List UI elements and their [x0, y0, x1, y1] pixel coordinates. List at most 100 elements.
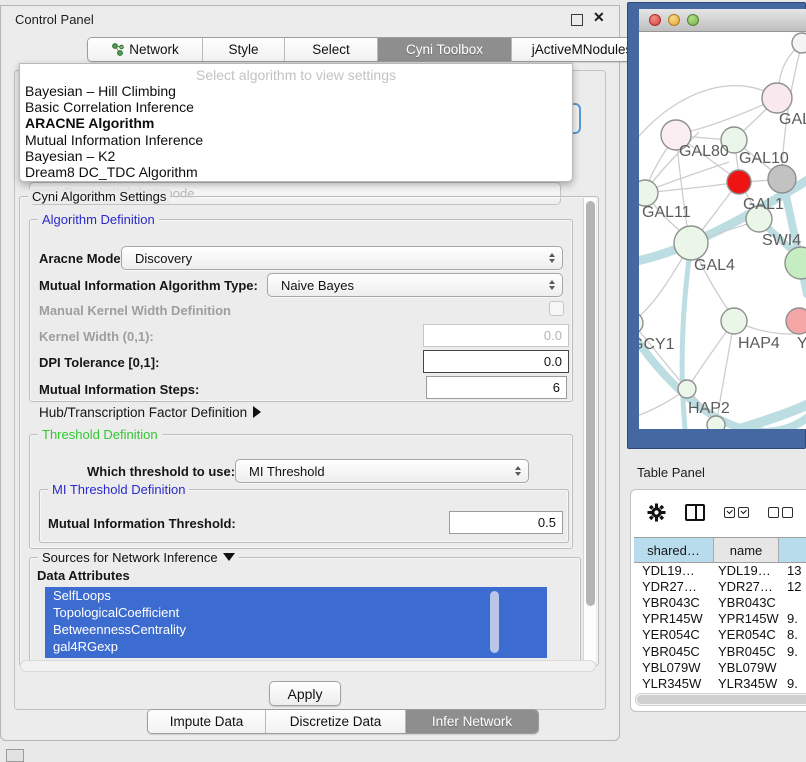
table-row[interactable]: YDL19…YDL19…13 [634, 562, 806, 578]
node-label: GAL80 [679, 143, 729, 160]
attribute-item[interactable]: BetweennessCentrality [45, 621, 547, 638]
tab-network[interactable]: Network [88, 38, 203, 61]
manual-kernel-label: Manual Kernel Width Definition [39, 303, 231, 318]
network-node-gal11[interactable] [639, 180, 658, 206]
select-all-checks-icon[interactable] [724, 507, 749, 518]
table-toolbar [631, 490, 806, 534]
tab-style-label: Style [228, 42, 258, 57]
close-icon[interactable]: ✕ [593, 9, 605, 26]
tab-style[interactable]: Style [203, 38, 285, 61]
aracne-mode-combo[interactable]: Discovery [121, 246, 563, 270]
combo-arrows-icon [545, 253, 559, 263]
table-row[interactable]: YBL079WYBL079W [634, 659, 806, 675]
window-title: Control Panel [15, 12, 94, 27]
kernel-width-field[interactable]: 0.0 [423, 324, 569, 347]
network-node[interactable] [792, 33, 806, 53]
algorithm-option-selected[interactable]: ARACNE Algorithm [20, 115, 572, 131]
attribute-item[interactable]: SelfLoops [45, 587, 547, 604]
which-threshold-value: MI Threshold [236, 464, 511, 479]
zoom-traffic-light-icon[interactable] [687, 14, 699, 26]
mi-threshold-field[interactable]: 0.5 [449, 511, 563, 534]
tab-discretize-data[interactable]: Discretize Data [266, 710, 406, 733]
table-row[interactable]: YER054CYER054C8. [634, 627, 806, 643]
node-label: HAP2 [688, 400, 730, 417]
algorithm-select-hint: Select algorithm to view settings [20, 64, 572, 83]
settings-vertical-scrollbar[interactable] [583, 198, 596, 662]
network-node-hap2[interactable] [678, 380, 696, 398]
algorithm-option[interactable]: Mutual Information Inference [20, 132, 572, 148]
network-canvas[interactable]: GAL GAL80 GAL10 GAL1 GAL11 SWI4 GAL4 GCY… [639, 32, 806, 429]
mi-type-value: Naive Bayes [268, 278, 545, 293]
table-row[interactable]: YPR145WYPR145W9. [634, 611, 806, 627]
apply-button[interactable]: Apply [269, 681, 341, 706]
aracne-mode-label: Aracne Mode: [39, 251, 125, 266]
algorithm-option[interactable]: Bayesian – Hill Climbing [20, 83, 572, 99]
columns-icon[interactable] [685, 504, 705, 521]
table-row[interactable]: YBR043CYBR043C [634, 594, 806, 610]
hub-definition-toggle[interactable]: Hub/Transcription Factor Definition [39, 405, 261, 420]
minimize-traffic-light-icon[interactable] [668, 14, 680, 26]
expand-right-icon [253, 406, 261, 418]
node-label: GAL10 [739, 150, 789, 167]
table-horizontal-scrollbar[interactable] [635, 693, 806, 706]
network-node-gal1[interactable] [727, 170, 751, 194]
manual-kernel-checkbox[interactable] [549, 301, 564, 316]
dpi-tolerance-field[interactable]: 0.0 [423, 350, 569, 373]
column-header-shared[interactable]: shared… [634, 538, 714, 562]
network-node[interactable] [707, 416, 725, 429]
column-header-name[interactable]: name [714, 538, 779, 562]
control-panel-tabbar: Network Style Select Cyni Toolbox jActiv… [87, 37, 653, 62]
tab-network-label: Network [129, 42, 179, 57]
settings-vertical-scroll-thumb[interactable] [586, 201, 595, 606]
table-row[interactable]: YDR27…YDR27…12 [634, 578, 806, 594]
algorithm-option[interactable]: Bayesian – K2 [20, 148, 572, 164]
node-label: GAL4 [694, 257, 735, 274]
table-panel: shared… name YDL19…YDL19…13 YDR27…YDR27…… [630, 489, 806, 712]
tab-infer-network[interactable]: Infer Network [406, 710, 538, 733]
attribute-item[interactable]: gal4RGexp [45, 638, 547, 655]
kernel-width-label: Kernel Width (0,1): [39, 329, 154, 344]
hub-definition-label: Hub/Transcription Factor Definition [39, 405, 247, 420]
tab-select-label: Select [312, 42, 350, 57]
column-header-partial[interactable] [779, 538, 806, 562]
minimized-panel-chip[interactable] [6, 749, 24, 762]
gear-icon[interactable] [647, 503, 666, 522]
algorithm-option[interactable]: Dream8 DC_TDC Algorithm [20, 164, 572, 180]
attribute-list-scrollbar[interactable] [490, 591, 499, 653]
deselect-all-checks-icon[interactable] [768, 507, 793, 518]
collapse-down-icon [223, 553, 235, 561]
which-threshold-combo[interactable]: MI Threshold [235, 459, 529, 483]
network-node-gal4[interactable] [674, 226, 708, 260]
node-label: GCY1 [639, 336, 675, 353]
table-horizontal-scroll-thumb[interactable] [637, 695, 806, 704]
network-node[interactable] [762, 83, 792, 113]
node-label: HAP4 [738, 335, 780, 352]
table-body[interactable]: YDL19…YDL19…13 YDR27…YDR27…12 YBR043CYBR… [634, 562, 806, 693]
combo-arrows-icon [545, 280, 559, 290]
mi-type-combo[interactable]: Naive Bayes [267, 273, 563, 297]
table-row[interactable]: YLR345WYLR345W9. [634, 675, 806, 691]
cyni-bottom-tabbar: Impute Data Discretize Data Infer Networ… [147, 709, 539, 734]
attribute-item[interactable]: TopologicalCoefficient [45, 604, 547, 621]
tab-cyni-toolbox[interactable]: Cyni Toolbox [378, 38, 512, 61]
data-attributes-list[interactable]: SelfLoops TopologicalCoefficient Between… [45, 587, 547, 658]
network-window-titlebar[interactable] [639, 9, 806, 32]
network-node[interactable] [785, 247, 806, 279]
tab-select[interactable]: Select [285, 38, 378, 61]
network-node-hap4[interactable] [721, 308, 747, 334]
close-traffic-light-icon[interactable] [649, 14, 661, 26]
algorithm-definition-title: Algorithm Definition [38, 212, 159, 227]
tab-impute-data[interactable]: Impute Data [148, 710, 266, 733]
mi-steps-field[interactable]: 6 [426, 376, 567, 399]
float-window-icon[interactable] [571, 14, 583, 26]
algorithm-select-popup: Select algorithm to view settings Bayesi… [19, 63, 573, 182]
settings-horizontal-scrollbar[interactable] [20, 660, 596, 672]
network-view-window: GAL GAL80 GAL10 GAL1 GAL11 SWI4 GAL4 GCY… [627, 2, 806, 449]
table-row[interactable]: YBR045CYBR045C9. [634, 643, 806, 659]
network-node-gray[interactable] [768, 165, 796, 193]
cyni-algorithm-settings-title: Cyni Algorithm Settings [28, 189, 170, 204]
mi-type-label: Mutual Information Algorithm Type: [39, 278, 258, 293]
algorithm-option[interactable]: Basic Correlation Inference [20, 99, 572, 115]
sources-group-title[interactable]: Sources for Network Inference [38, 550, 239, 565]
network-node[interactable] [786, 308, 806, 334]
